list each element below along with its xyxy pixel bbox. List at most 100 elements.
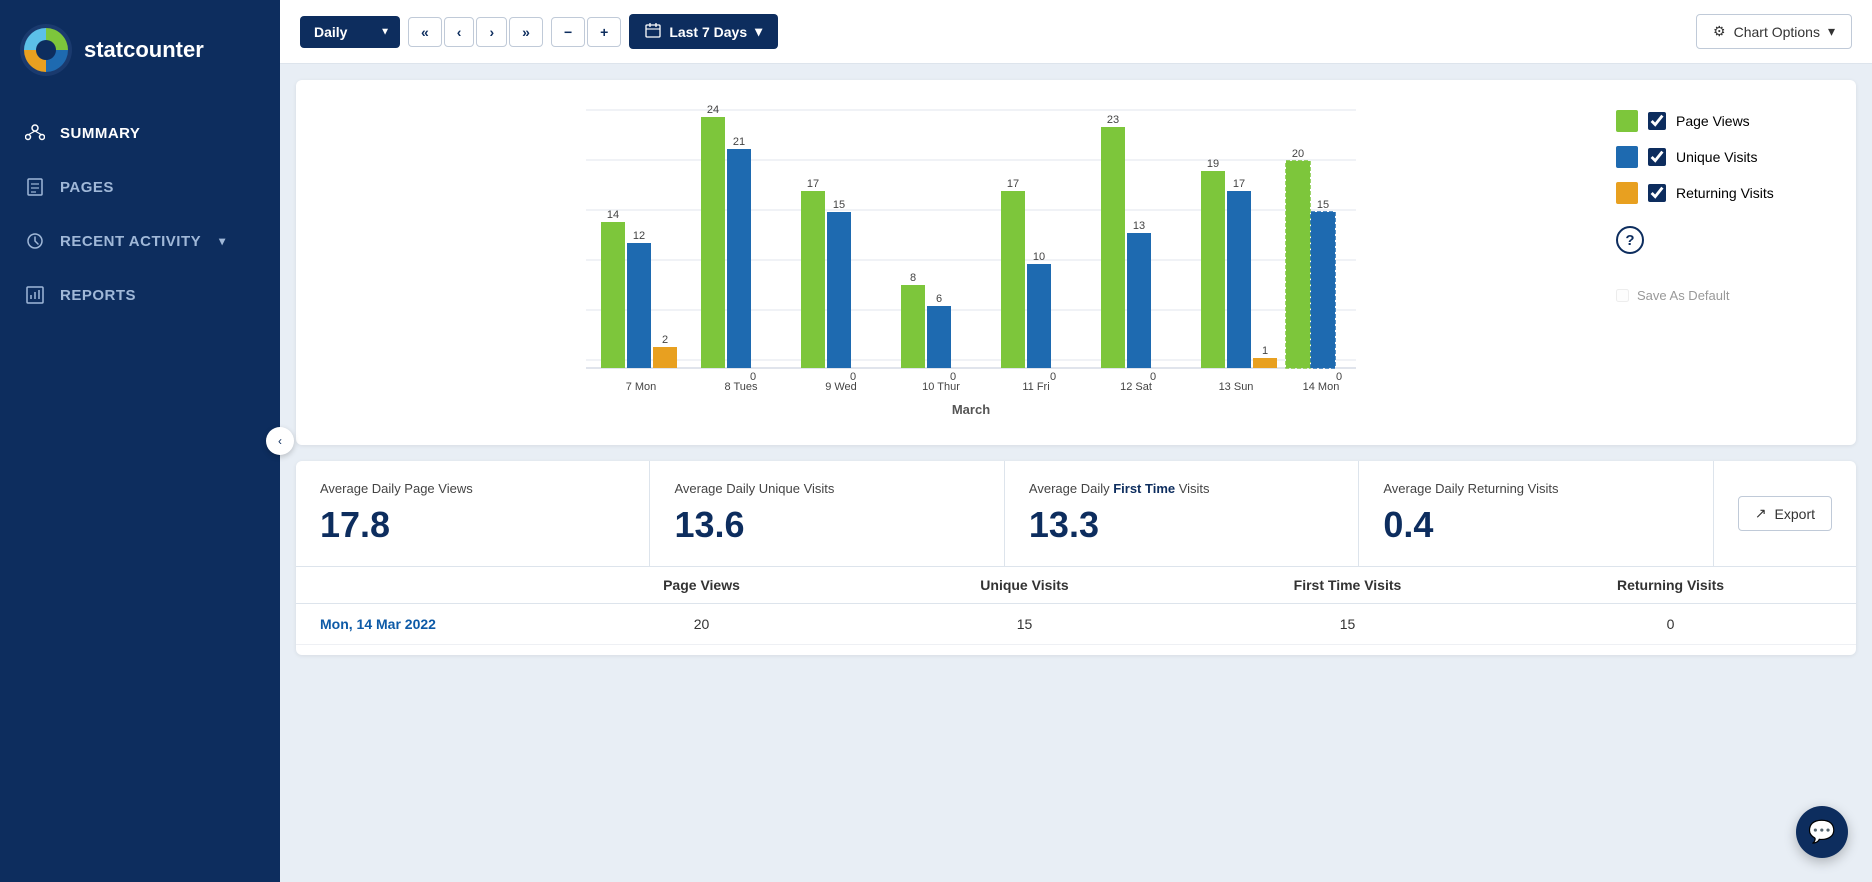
sidebar-item-reports[interactable]: REPORTS xyxy=(0,268,280,322)
prev-button[interactable]: ‹ xyxy=(444,17,475,47)
table-cell-date[interactable]: Mon, 14 Mar 2022 xyxy=(320,616,540,632)
bar-10thur-uv xyxy=(927,306,951,368)
bar-8tues-pv xyxy=(701,117,725,368)
stat-avg-first-time-value: 13.3 xyxy=(1029,504,1334,546)
stat-avg-page-views: Average Daily Page Views 17.8 xyxy=(296,461,650,566)
svg-text:0: 0 xyxy=(1050,371,1056,383)
help-icon[interactable]: ? xyxy=(1616,226,1644,254)
bar-7mon-ret xyxy=(653,347,677,368)
table-cell-first-time: 15 xyxy=(1186,616,1509,632)
period-select-wrapper[interactable]: Daily Hourly Weekly Monthly xyxy=(300,16,400,48)
svg-text:21: 21 xyxy=(733,136,745,148)
legend-label-returning-visits: Returning Visits xyxy=(1676,185,1774,201)
stats-container: Average Daily Page Views 17.8 Average Da… xyxy=(296,461,1856,655)
period-select[interactable]: Daily Hourly Weekly Monthly xyxy=(300,16,400,48)
date-range-button[interactable]: Last 7 Days ▾ xyxy=(629,14,778,49)
svg-text:14: 14 xyxy=(607,209,619,221)
chat-button[interactable]: 💬 xyxy=(1796,806,1848,858)
bar-10thur-pv xyxy=(901,285,925,368)
date-range-chevron: ▾ xyxy=(755,23,762,40)
table-cell-page-views: 20 xyxy=(540,616,863,632)
zoom-in-button[interactable]: + xyxy=(587,17,621,47)
bar-12sat-pv xyxy=(1101,127,1125,368)
export-label: Export xyxy=(1775,506,1815,522)
stat-avg-first-time: Average Daily First Time Visits 13.3 xyxy=(1005,461,1359,566)
save-as-default: Save As Default xyxy=(1616,288,1836,303)
svg-text:23: 23 xyxy=(1107,114,1119,126)
sidebar-item-summary[interactable]: SUMMARY xyxy=(0,106,280,160)
stat-avg-page-views-value: 17.8 xyxy=(320,504,625,546)
recent-activity-icon xyxy=(24,230,46,252)
svg-text:24: 24 xyxy=(707,104,719,116)
sidebar-item-recent-activity-label: RECENT ACTIVITY xyxy=(60,233,201,250)
export-section: ↗ Export xyxy=(1714,461,1856,566)
chart-options-chevron: ▾ xyxy=(1828,23,1835,40)
chart-options-label: Chart Options xyxy=(1734,24,1820,40)
zoom-out-button[interactable]: − xyxy=(551,17,585,47)
chevron-down-icon: ▾ xyxy=(219,234,226,248)
bar-9wed-uv xyxy=(827,212,851,368)
legend-checkbox-page-views[interactable] xyxy=(1648,112,1666,130)
stat-avg-returning-value: 0.4 xyxy=(1383,504,1688,546)
sidebar-item-pages-label: PAGES xyxy=(60,179,114,196)
svg-text:10 Thur: 10 Thur xyxy=(922,381,960,393)
first-button[interactable]: « xyxy=(408,17,442,47)
bar-8tues-uv xyxy=(727,149,751,368)
legend-checkbox-unique-visits[interactable] xyxy=(1648,148,1666,166)
sidebar-item-pages[interactable]: PAGES xyxy=(0,160,280,214)
svg-text:17: 17 xyxy=(1233,178,1245,190)
table-header-unique-visits: Unique Visits xyxy=(863,577,1186,593)
logo-icon xyxy=(20,24,72,76)
svg-text:10: 10 xyxy=(1033,251,1045,263)
stat-avg-returning-label: Average Daily Returning Visits xyxy=(1383,481,1688,496)
table-header-first-time: First Time Visits xyxy=(1186,577,1509,593)
bar-11fri-uv xyxy=(1027,264,1051,368)
chart-legend: Page Views Unique Visits Returning Visit… xyxy=(1616,100,1836,425)
svg-text:11 Fri: 11 Fri xyxy=(1022,381,1049,393)
date-range-label: Last 7 Days xyxy=(669,24,747,40)
bar-13sun-uv xyxy=(1227,191,1251,368)
table-header-date xyxy=(320,577,540,593)
svg-text:15: 15 xyxy=(1317,199,1329,211)
next-button[interactable]: › xyxy=(476,17,507,47)
collapse-icon: ‹ xyxy=(278,434,282,448)
pages-icon xyxy=(24,176,46,198)
bar-14mon-uv xyxy=(1311,212,1335,368)
last-button[interactable]: » xyxy=(509,17,543,47)
chart-options-button[interactable]: ⚙ Chart Options ▾ xyxy=(1696,14,1852,49)
stats-top-row: Average Daily Page Views 17.8 Average Da… xyxy=(296,461,1856,567)
bar-13sun-ret xyxy=(1253,358,1277,368)
chart-container: 14 12 2 24 21 0 17 15 0 xyxy=(296,80,1856,445)
sidebar-navigation: SUMMARY PAGES RECENT ACTIVIT xyxy=(0,106,280,322)
bar-9wed-pv xyxy=(801,191,825,368)
stat-avg-returning: Average Daily Returning Visits 0.4 xyxy=(1359,461,1713,566)
stat-avg-unique-visits: Average Daily Unique Visits 13.6 xyxy=(650,461,1004,566)
save-default-checkbox[interactable] xyxy=(1616,289,1629,302)
sidebar-collapse-button[interactable]: ‹ xyxy=(266,427,294,455)
legend-checkbox-returning-visits[interactable] xyxy=(1648,184,1666,202)
svg-text:13 Sun: 13 Sun xyxy=(1219,381,1254,393)
zoom-buttons: − + xyxy=(551,17,621,47)
svg-text:19: 19 xyxy=(1207,158,1219,170)
svg-text:20: 20 xyxy=(1292,148,1304,160)
export-button[interactable]: ↗ Export xyxy=(1738,496,1832,531)
legend-label-page-views: Page Views xyxy=(1676,113,1750,129)
stat-avg-unique-visits-label: Average Daily Unique Visits xyxy=(674,481,979,496)
chart-area: 14 12 2 24 21 0 17 15 0 xyxy=(316,100,1596,425)
svg-text:8: 8 xyxy=(910,272,916,284)
calendar-icon xyxy=(645,22,661,41)
sidebar-item-recent-activity[interactable]: RECENT ACTIVITY ▾ xyxy=(0,214,280,268)
legend-color-returning-visits xyxy=(1616,182,1638,204)
legend-unique-visits: Unique Visits xyxy=(1616,146,1836,168)
svg-text:12: 12 xyxy=(633,230,645,242)
svg-text:14 Mon: 14 Mon xyxy=(1303,381,1340,393)
legend-color-unique-visits xyxy=(1616,146,1638,168)
svg-text:1: 1 xyxy=(1262,345,1268,357)
table-cell-unique-visits: 15 xyxy=(863,616,1186,632)
bar-7mon-uv xyxy=(627,243,651,368)
svg-text:9 Wed: 9 Wed xyxy=(825,381,857,393)
stat-avg-page-views-label: Average Daily Page Views xyxy=(320,481,625,496)
logo-text: statcounter xyxy=(84,37,204,63)
table-cell-returning: 0 xyxy=(1509,616,1832,632)
stat-avg-unique-visits-value: 13.6 xyxy=(674,504,979,546)
